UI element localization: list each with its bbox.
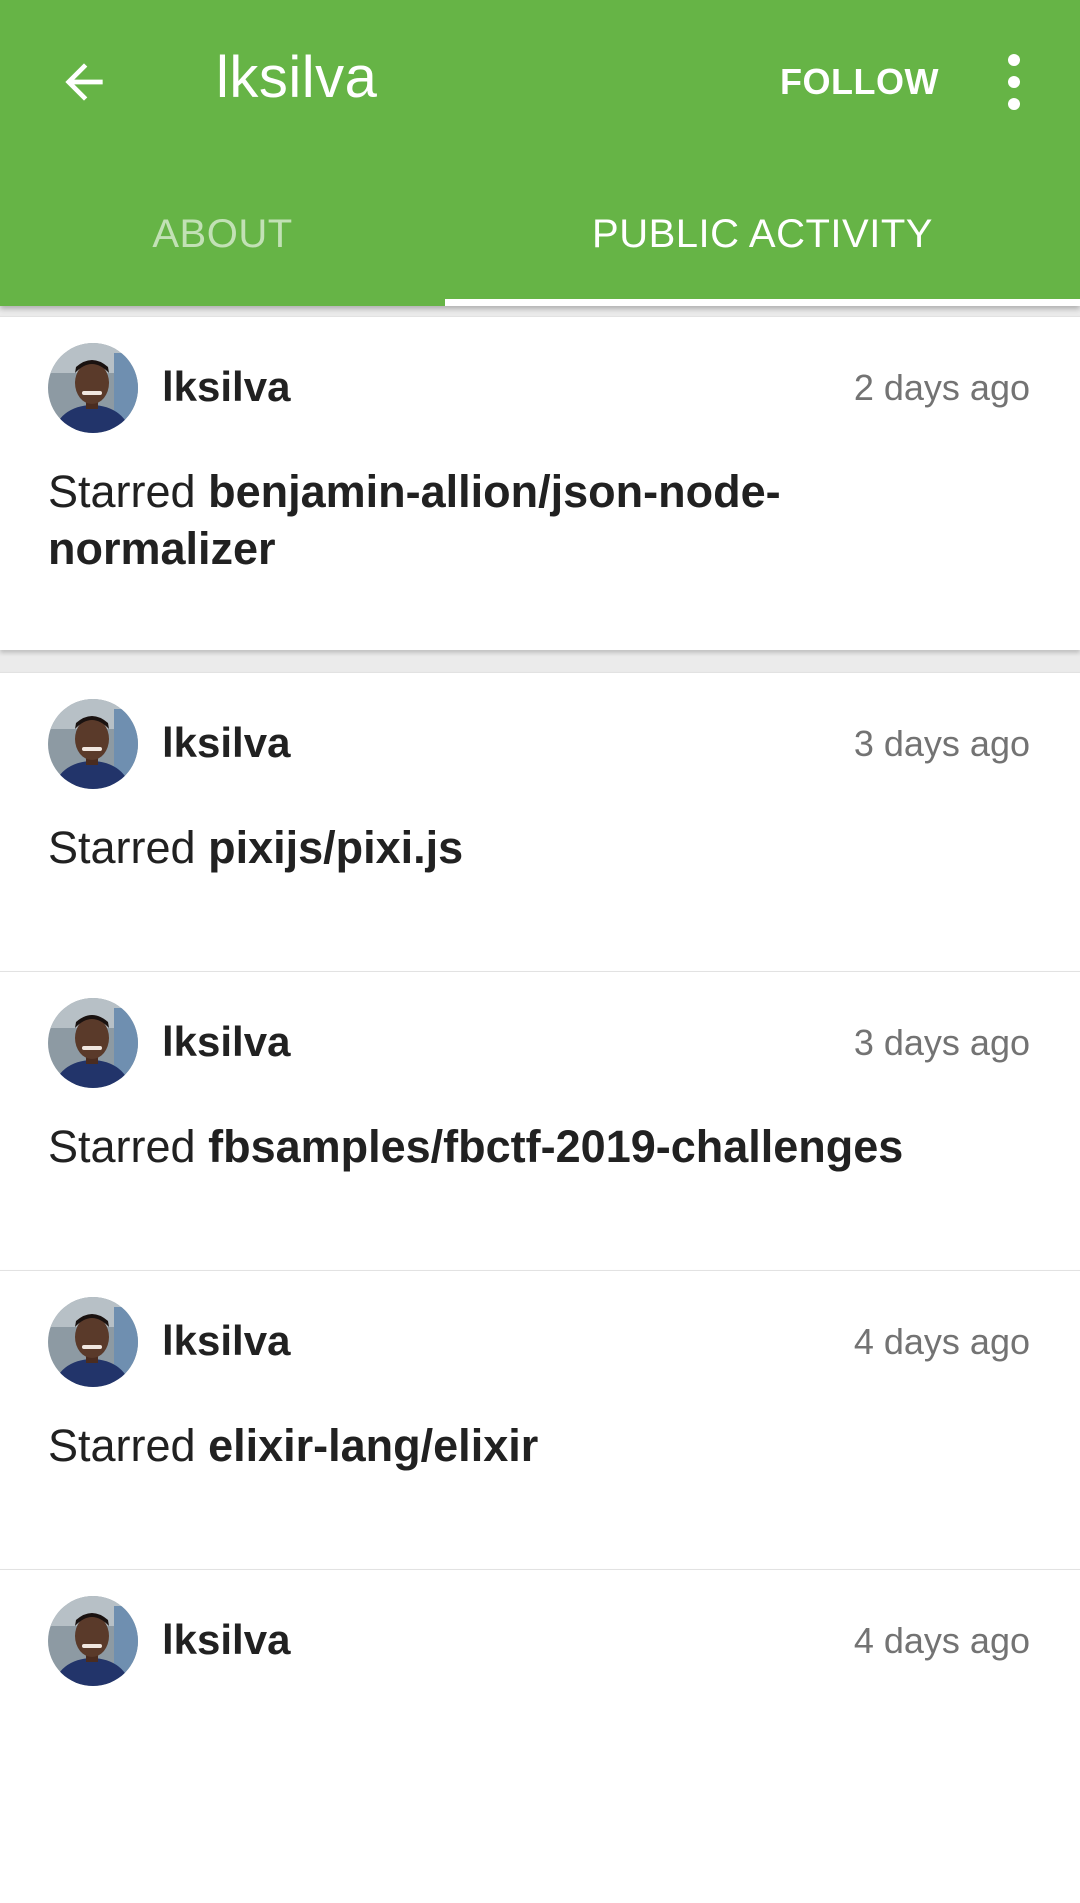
back-button[interactable]	[38, 36, 130, 128]
timestamp: 3 days ago	[853, 723, 1030, 764]
more-vert-icon	[1008, 54, 1020, 66]
activity-card[interactable]: lksilva 3 days ago Starred fbsamples/fbc…	[0, 971, 1080, 1305]
avatar	[48, 998, 138, 1088]
repo-link[interactable]: fbsamples/fbctf-2019-challenges	[208, 1121, 903, 1172]
tab-bar: ABOUT PUBLIC ACTIVITY	[0, 162, 1080, 306]
activity-card[interactable]: lksilva 2 days ago Starred benjamin-alli…	[0, 316, 1080, 650]
toolbar: lksilva FOLLOW	[0, 0, 1080, 162]
arrow-back-icon	[65, 63, 103, 101]
timestamp: 2 days ago	[853, 367, 1030, 408]
avatar	[48, 343, 138, 433]
event-action: Starred	[48, 466, 196, 517]
username[interactable]: lksilva	[162, 1616, 290, 1664]
activity-card[interactable]: lksilva 3 days ago Starred pixijs/pixi.j…	[0, 672, 1080, 1006]
username[interactable]: lksilva	[162, 1317, 290, 1365]
timestamp: 4 days ago	[853, 1321, 1030, 1362]
timestamp: 3 days ago	[853, 1022, 1030, 1063]
timestamp: 4 days ago	[853, 1620, 1030, 1661]
avatar	[48, 1596, 138, 1686]
username[interactable]: lksilva	[162, 719, 290, 767]
avatar	[48, 699, 138, 789]
event-text: Starred elixir-lang/elixir	[48, 1417, 968, 1474]
event-text: Starred pixijs/pixi.js	[48, 819, 968, 876]
follow-button[interactable]: FOLLOW	[780, 54, 939, 110]
event-action: Starred	[48, 1420, 196, 1471]
app-bar: lksilva FOLLOW ABOUT PUBLIC ACTIVITY	[0, 0, 1080, 306]
activity-card[interactable]: lksilva 4 days ago	[0, 1569, 1080, 1903]
event-action: Starred	[48, 822, 196, 873]
username[interactable]: lksilva	[162, 1018, 290, 1066]
overflow-menu-button[interactable]	[984, 44, 1044, 120]
page-title: lksilva	[216, 45, 378, 110]
repo-link[interactable]: elixir-lang/elixir	[208, 1420, 538, 1471]
repo-link[interactable]: pixijs/pixi.js	[208, 822, 463, 873]
username[interactable]: lksilva	[162, 363, 290, 411]
event-action: Starred	[48, 1121, 196, 1172]
tab-public-activity[interactable]: PUBLIC ACTIVITY	[445, 162, 1080, 306]
avatar	[48, 1297, 138, 1387]
event-text: Starred fbsamples/fbctf-2019-challenges	[48, 1118, 968, 1175]
tab-indicator	[445, 299, 1080, 306]
event-text: Starred benjamin-allion/json-node-normal…	[48, 463, 968, 577]
tab-about[interactable]: ABOUT	[0, 162, 445, 306]
activity-card[interactable]: lksilva 4 days ago Starred elixir-lang/e…	[0, 1270, 1080, 1604]
